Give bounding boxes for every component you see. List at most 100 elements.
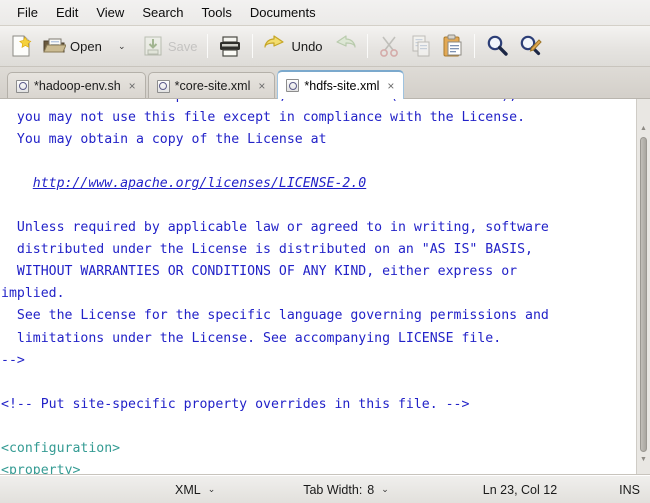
save-button-label: Save: [167, 38, 198, 54]
menu-search[interactable]: Search: [133, 2, 192, 24]
tab-label: *hdfs-site.xml: [304, 78, 380, 93]
open-folder-icon: [42, 34, 66, 58]
menu-documents[interactable]: Documents: [241, 2, 325, 24]
code-token: Unless required by applicable law or agr…: [1, 220, 549, 236]
editor-area: Licensed under the Apache License, Versi…: [0, 99, 650, 475]
code-token: implied.: [1, 286, 65, 302]
tab-label: *hadoop-env.sh: [34, 79, 121, 93]
clipboard-icon: [442, 34, 464, 58]
print-button[interactable]: [213, 29, 247, 63]
toolbar-separator-1: [207, 34, 209, 58]
scroll-down-icon[interactable]: ▼: [640, 456, 647, 464]
code-token: distributed under the License is distrib…: [1, 242, 533, 258]
insert-mode-indicator: INS: [619, 482, 640, 497]
scroll-up-icon[interactable]: ▲: [640, 125, 647, 133]
menubar: File Edit View Search Tools Documents: [0, 0, 650, 26]
redo-button[interactable]: [328, 29, 362, 63]
toolbar-separator-4: [473, 34, 475, 58]
code-line: limitations under the License. See accom…: [1, 328, 636, 350]
menu-file[interactable]: File: [8, 2, 47, 24]
new-document-button[interactable]: [5, 29, 37, 63]
tab-core-site-xml[interactable]: *core-site.xml ×: [147, 72, 276, 99]
tab-width-label: Tab Width:: [303, 482, 363, 497]
toolbar-separator-3: [366, 34, 368, 58]
cursor-position: Ln 23, Col 12: [482, 482, 558, 497]
code-token: http://www.apache.org/licenses/LICENSE-2…: [32, 176, 367, 192]
code-line: http://www.apache.org/licenses/LICENSE-2…: [1, 173, 636, 195]
code-line: you may not use this file except in comp…: [1, 107, 636, 129]
tab-width-selector[interactable]: Tab Width: 8 ⌄: [303, 483, 391, 497]
toolbar: Open ⌄ Save Undo: [0, 26, 650, 67]
code-token: <configuration>: [1, 440, 121, 456]
toolbar-separator-2: [252, 34, 254, 58]
tab-hdfs-site-xml[interactable]: *hdfs-site.xml ×: [277, 70, 405, 99]
file-icon: [286, 79, 300, 92]
tab-width-value: 8: [367, 482, 375, 497]
cut-button[interactable]: [373, 29, 405, 63]
redo-arrow-icon: [333, 35, 357, 57]
open-button[interactable]: Open: [37, 29, 107, 63]
gedit-window: File Edit View Search Tools Documents Op…: [0, 0, 650, 503]
code-token: Licensed under the Apache License, Versi…: [1, 99, 517, 103]
chevron-down-icon: ⌄: [207, 484, 216, 494]
code-token: limitations under the License. See accom…: [1, 330, 502, 346]
open-dropdown-button[interactable]: ⌄: [107, 29, 137, 63]
tab-close-icon[interactable]: ×: [387, 80, 394, 92]
code-line: implied.: [1, 283, 636, 305]
code-line: -->: [1, 350, 636, 372]
code-token: You may obtain a copy of the License at: [1, 132, 327, 148]
code-token: <property>: [1, 462, 81, 474]
tab-close-icon[interactable]: ×: [258, 80, 265, 92]
code-token: you may not use this file except in comp…: [1, 110, 526, 126]
vertical-scrollbar[interactable]: ▲ ▼: [636, 99, 650, 474]
find-button[interactable]: [480, 29, 514, 63]
find-replace-icon: [519, 34, 543, 58]
undo-button[interactable]: Undo: [258, 29, 327, 63]
copy-button[interactable]: [405, 29, 437, 63]
tab-label: *core-site.xml: [174, 79, 251, 93]
code-line: You may obtain a copy of the License at: [1, 129, 636, 151]
code-line: WITHOUT WARRANTIES OR CONDITIONS OF ANY …: [1, 261, 636, 283]
replace-button[interactable]: [514, 29, 548, 63]
tab-hadoop-env-sh[interactable]: *hadoop-env.sh ×: [7, 72, 146, 99]
scrollbar-thumb[interactable]: [640, 137, 647, 452]
printer-icon: [218, 34, 242, 58]
code-token: -->: [1, 352, 25, 368]
code-line: <property>: [1, 460, 636, 474]
code-line: See the License for the specific languag…: [1, 305, 636, 327]
open-button-label: Open: [70, 38, 102, 54]
paste-button[interactable]: [437, 29, 469, 63]
menu-edit[interactable]: Edit: [47, 2, 87, 24]
tab-close-icon[interactable]: ×: [129, 80, 136, 92]
language-selector[interactable]: XML ⌄: [175, 483, 217, 497]
code-line: Licensed under the Apache License, Versi…: [1, 99, 636, 107]
code-token: See the License for the specific languag…: [1, 308, 549, 324]
code-line: distributed under the License is distrib…: [1, 239, 636, 261]
chevron-down-icon: ⌄: [118, 40, 126, 51]
magnifier-icon: [485, 34, 509, 58]
save-disk-icon: [142, 34, 164, 58]
menu-tools[interactable]: Tools: [193, 2, 241, 24]
statusbar: XML ⌄ Tab Width: 8 ⌄ Ln 23, Col 12 INS: [0, 475, 650, 503]
document-tabbar: *hadoop-env.sh × *core-site.xml × *hdfs-…: [0, 67, 650, 99]
language-label: XML: [174, 482, 201, 497]
save-button[interactable]: Save: [137, 29, 203, 63]
code-line: <!-- Put site-specific property override…: [1, 394, 636, 416]
scissors-icon: [378, 34, 400, 58]
code-line: <configuration>: [1, 438, 636, 460]
file-icon: [156, 79, 170, 93]
text-view[interactable]: Licensed under the Apache License, Versi…: [0, 99, 636, 474]
undo-arrow-icon: [263, 35, 287, 57]
code-line: Unless required by applicable law or agr…: [1, 217, 636, 239]
file-icon: [16, 79, 29, 93]
source-code[interactable]: Licensed under the Apache License, Versi…: [0, 99, 636, 474]
code-token: <!-- Put site-specific property override…: [1, 396, 470, 412]
menu-view[interactable]: View: [87, 2, 133, 24]
undo-button-label: Undo: [291, 38, 323, 54]
chevron-down-icon: ⌄: [381, 484, 389, 494]
